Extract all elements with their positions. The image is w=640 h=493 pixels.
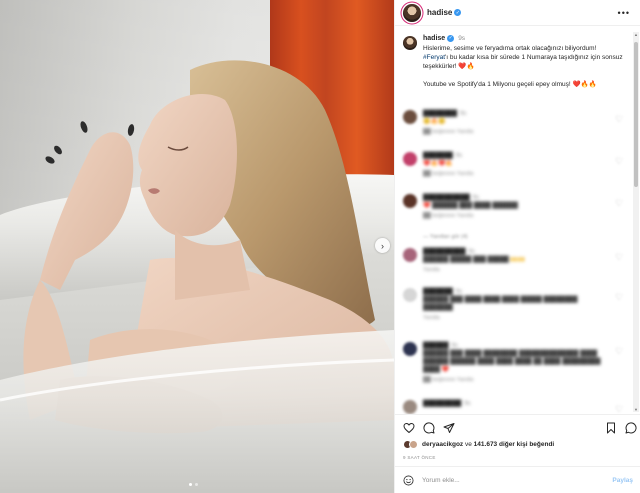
carousel-dot [195, 483, 198, 486]
view-replies-link[interactable]: — Yanıtları gör (4) [423, 234, 468, 240]
comment-text: ██████ █████ ███ █████ 🙌🙌 [423, 257, 526, 263]
verified-badge-icon: ✓ [447, 35, 455, 42]
comment-like-heart-icon[interactable]: ♡ [615, 114, 625, 124]
scroll-down-icon[interactable]: ▼ [633, 407, 639, 412]
more-options-icon[interactable]: ••• [618, 8, 630, 18]
comment-meta[interactable]: ██ beğenme Yanıtla [423, 376, 603, 384]
comment-like-heart-icon[interactable]: ♡ [615, 252, 625, 262]
commenter-avatar[interactable] [403, 194, 417, 208]
comment-like-heart-icon[interactable]: ♡ [615, 292, 625, 302]
author-username[interactable]: hadise [427, 8, 452, 17]
likes-connector: ve [463, 441, 474, 448]
comment-body: ███████ 9s ██████ ███ ████ ████ ████ █████… [423, 288, 603, 322]
comment-body: ████████ 9s 😊🔥😊 ██ beğenme Yanıtla [423, 110, 603, 136]
comment-time: 9s [464, 401, 471, 407]
comment-time: 9s [460, 111, 467, 117]
comment-like-heart-icon[interactable]: ♡ [615, 156, 625, 166]
post-caption: hadise ✓ 9s Hislerime, sesime ve feryadıma… [395, 26, 640, 89]
comment-body: ███████ 9s ❤️🔥❤️🔥 ██ beğenme Yanıtla [423, 152, 603, 178]
commenter-avatar[interactable] [403, 110, 417, 124]
comment-body: ███████████ 9s ❤️ ██████ ███ ████ ██████ ██… [423, 194, 603, 220]
comment-meta[interactable]: ██ beğenme Yanıtla [423, 212, 603, 220]
commenter-avatar[interactable] [403, 152, 417, 166]
bookmark-icon[interactable] [605, 422, 617, 434]
comments-list[interactable]: hadise ✓ 9s Hislerime, sesime ve feryadıma… [395, 26, 640, 414]
carousel-indicator [189, 483, 198, 486]
likes-suffix[interactable]: diğer kişi beğendi [497, 441, 554, 448]
comment-icon[interactable] [423, 422, 435, 434]
author-avatar[interactable] [403, 3, 421, 22]
comment-time: 9s [468, 249, 475, 255]
add-comment-bar: Paylaş [395, 466, 640, 493]
scrollbar-thumb[interactable] [634, 42, 638, 187]
comments-scrollbar[interactable]: ▲ ▼ [633, 32, 639, 412]
commenter-username[interactable]: █████████ [423, 401, 461, 407]
comment-time: 9s [455, 153, 463, 159]
comment-input[interactable] [422, 476, 592, 484]
post-side-panel: hadise ✓ ••• hadise ✓ 9s Hislerime, sesime… [394, 0, 640, 493]
comment-like-heart-icon[interactable]: ♡ [615, 346, 625, 356]
post-media[interactable]: › [0, 0, 394, 493]
commenter-username[interactable]: ██████ [423, 343, 449, 349]
emoji-icon[interactable] [403, 475, 414, 486]
comment-meta[interactable]: Yanıtla [423, 266, 603, 274]
commenter-username[interactable]: ████████ [423, 111, 457, 117]
first-liker-username[interactable]: deryaacikgoz [422, 441, 463, 448]
comment-bubble-right-icon[interactable] [625, 422, 637, 434]
caption-hashtag[interactable]: #Feryat [423, 54, 445, 61]
liker-avatar[interactable] [409, 440, 418, 449]
verified-badge-icon: ✓ [454, 9, 462, 16]
commenter-avatar[interactable] [403, 400, 417, 414]
caption-line-2: 'ı bu kadar kısa bir sürede 1 Numaraya t… [423, 54, 623, 70]
face [138, 94, 237, 237]
comment-body: ██████████ 9s ██████ █████ ███ █████ 🙌🙌 Yan… [423, 248, 603, 274]
post-header: hadise ✓ ••• [395, 0, 640, 26]
comment-like-heart-icon[interactable]: ♡ [615, 198, 625, 208]
chevron-right-icon: › [381, 240, 384, 251]
caption-avatar[interactable] [403, 36, 417, 50]
comment-meta[interactable]: Yanıtla [423, 314, 603, 322]
comment-time: 9s [472, 195, 480, 201]
comment-text: ██████ ███ ████ ████ ████ █████ ████████… [423, 297, 578, 311]
post-comment-button[interactable]: Paylaş [612, 477, 633, 484]
comment-like-heart-icon[interactable]: ♡ [615, 404, 625, 414]
post-actions-bar [395, 414, 640, 434]
commenter-avatar[interactable] [403, 342, 417, 356]
commenter-username[interactable]: ███████ [423, 153, 453, 159]
carousel-dot-active [189, 483, 192, 486]
commenter-username[interactable]: ██████████ [423, 249, 466, 255]
comment-body: ██████ 9s ██████ ███ ████ ████████ ███████… [423, 342, 603, 384]
comment-time: 9s [451, 343, 458, 349]
comment-text: ██████ ███ ████ ████████ ██████████████ … [423, 351, 601, 373]
comment-meta[interactable]: ██ beğenme Yanıtla [423, 128, 603, 136]
caption-line-1: Hislerime, sesime ve feryadıma ortak ola… [423, 45, 597, 52]
comment-text: 😊🔥😊 [423, 119, 446, 125]
comment-text: ❤️ ██████ ███ ████ ██████ [423, 203, 518, 209]
caption-line-3: Youtube ve Spotify'da 1 Milyonu geçeli e… [423, 81, 597, 88]
post-timestamp: 9 SAAT ÖNCE [403, 455, 436, 460]
heart-icon[interactable] [403, 422, 415, 434]
commenter-username[interactable]: ███████ [423, 289, 453, 295]
commenter-avatar[interactable] [403, 248, 417, 262]
commenter-username[interactable]: ███████████ [423, 195, 470, 201]
likes-summary: deryaacikgoz ve 141.673 diğer kişi beğen… [403, 440, 554, 449]
comment-body: █████████ 9s [423, 400, 603, 410]
commenter-avatar[interactable] [403, 288, 417, 302]
post-photo [0, 60, 394, 493]
comment-time: 9s [455, 289, 463, 295]
comment-text: ❤️🔥❤️🔥 [423, 161, 453, 167]
carousel-next-button[interactable]: › [375, 238, 390, 253]
caption-username[interactable]: hadise [423, 35, 445, 42]
caption-time: 9s [458, 35, 466, 42]
share-icon[interactable] [443, 422, 455, 434]
comment-meta[interactable]: ██ beğenme Yanıtla [423, 170, 603, 178]
likes-count[interactable]: 141.673 [474, 441, 498, 448]
scroll-up-icon[interactable]: ▲ [633, 32, 639, 37]
